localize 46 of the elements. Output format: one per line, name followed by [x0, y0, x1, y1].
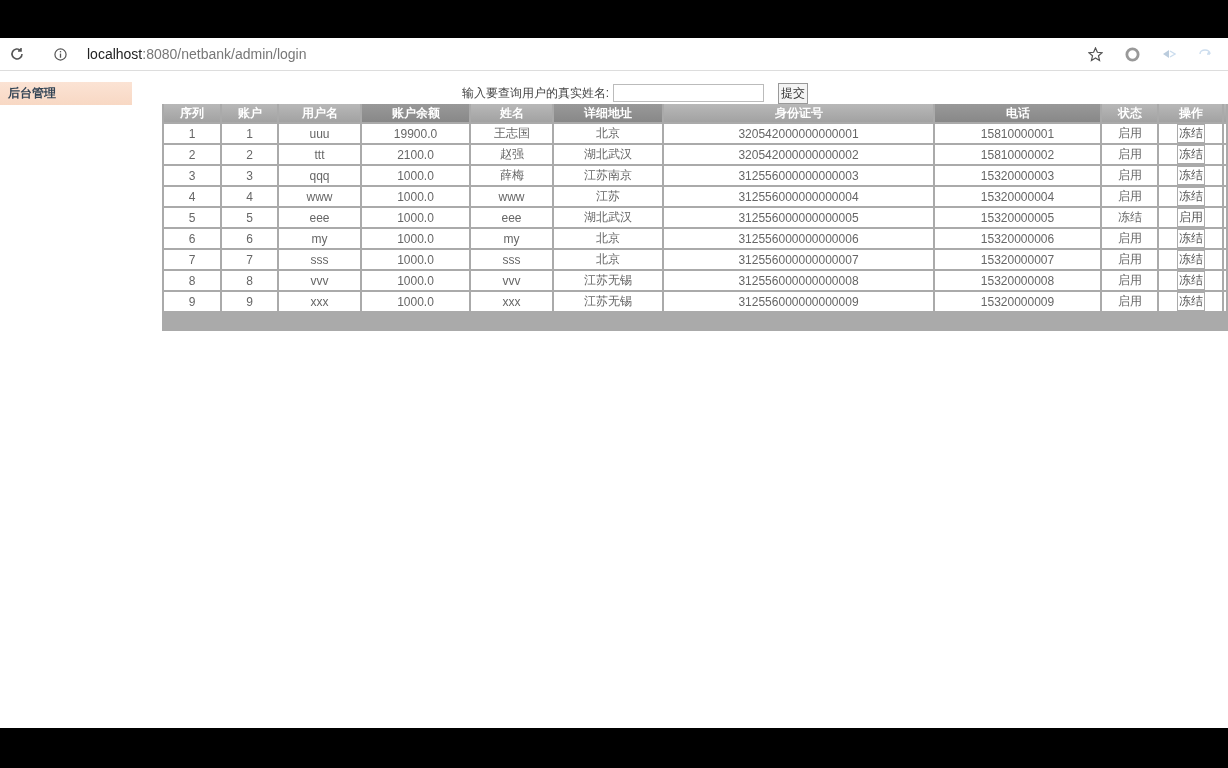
table-cell: 9 [163, 291, 221, 312]
action-button[interactable]: 冻结 [1176, 250, 1205, 269]
column-header: 用户名 [278, 104, 361, 123]
search-field[interactable] [613, 84, 765, 102]
column-header: 操作 [1158, 104, 1223, 123]
table-cell: 312556000000000007 [663, 249, 934, 270]
column-header: 姓名 [470, 104, 553, 123]
table-cell: 312556000000000003 [663, 165, 934, 186]
table-cell: 5 [163, 207, 221, 228]
table-cell: 312556000000000004 [663, 186, 934, 207]
action-button[interactable]: 冻结 [1176, 271, 1205, 290]
info-icon[interactable] [54, 47, 67, 61]
table-cell: 3 [163, 165, 221, 186]
table-cell: 4 [163, 186, 221, 207]
column-header: 账户 [221, 104, 278, 123]
address-bar[interactable]: localhost:8080/netbank/admin/login [87, 46, 307, 62]
search-label: 输入要查询用户的真实姓名: [461, 84, 610, 102]
submit-button[interactable]: 提交 [778, 82, 809, 104]
table-cell: 1 [163, 123, 221, 144]
table-cell: 312556000000000005 [663, 207, 934, 228]
table-cell: 320542000000000001 [663, 123, 934, 144]
column-header: 状态 [1101, 104, 1158, 123]
action-button[interactable]: 冻结 [1176, 124, 1205, 143]
table-cell: 312556000000000006 [663, 228, 934, 249]
table-cell: 320542000000000002 [663, 144, 934, 165]
table-cell: 7 [163, 249, 221, 270]
table-cell: 312556000000000009 [663, 291, 934, 312]
action-button[interactable]: 冻结 [1176, 292, 1205, 311]
action-button[interactable]: 冻结 [1176, 166, 1205, 185]
table-cell: 6 [163, 228, 221, 249]
column-header: 序列 [163, 104, 221, 123]
star-icon[interactable] [1088, 46, 1103, 62]
sidebar-item[interactable]: 后台管理 [0, 82, 132, 105]
table-cell: 2 [163, 144, 221, 165]
column-header: 身份证号 [663, 104, 934, 123]
table-cell: 8 [163, 270, 221, 291]
action-button[interactable]: 冻结 [1176, 187, 1205, 206]
action-button[interactable]: 启用 [1176, 208, 1205, 227]
table-cell: 312556000000000008 [663, 270, 934, 291]
action-button[interactable]: 冻结 [1176, 145, 1205, 164]
column-header: 账户余额 [361, 104, 470, 123]
action-button[interactable]: 冻结 [1176, 229, 1205, 248]
column-header: 电话 [934, 104, 1101, 123]
reload-icon[interactable] [10, 47, 24, 61]
circle-icon[interactable] [1125, 46, 1140, 62]
column-header: 详细地址 [553, 104, 663, 123]
